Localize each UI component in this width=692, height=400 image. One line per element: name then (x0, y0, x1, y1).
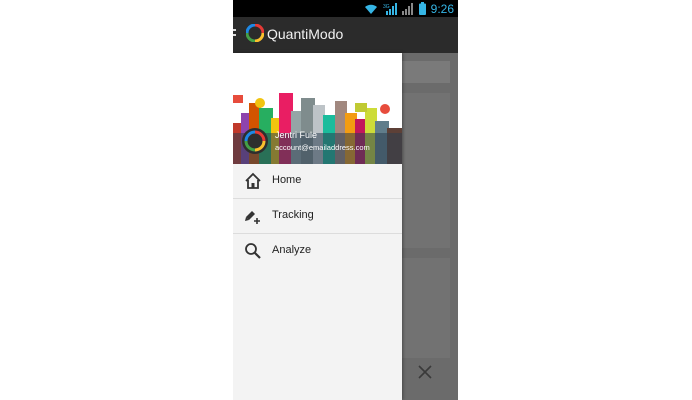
status-bar: 3G 9:26 (233, 0, 458, 17)
user-email: account@emailaddress.com (275, 143, 370, 152)
user-name: Jentri Fule (275, 130, 318, 140)
status-time: 9:26 (430, 1, 454, 16)
menu-icon[interactable] (233, 29, 236, 41)
phone-screen: 3G 9:26 QuantiModo Jentri Fule account@e… (233, 0, 458, 400)
background-card (402, 93, 450, 248)
signal-label: 3G (383, 4, 390, 10)
drawer-item-home[interactable]: Home (233, 164, 402, 199)
drawer-item-analyze[interactable]: Analyze (233, 234, 402, 268)
wifi-icon (364, 4, 377, 14)
close-icon[interactable] (417, 364, 433, 380)
tracking-icon (245, 211, 260, 224)
signal-icon-secondary (401, 2, 413, 15)
action-bar: QuantiModo (233, 17, 458, 53)
drawer-item-label: Tracking (272, 209, 314, 221)
avatar[interactable] (242, 128, 268, 154)
drawer-item-label: Home (272, 174, 302, 186)
app-logo-icon[interactable] (246, 24, 264, 42)
app-title: QuantiModo (267, 26, 344, 42)
background-card (402, 61, 450, 83)
signal-icon: 3G (383, 2, 397, 15)
navigation-drawer: Jentri Fule account@emailaddress.com Hom… (233, 53, 402, 400)
drawer-item-tracking[interactable]: Tracking (233, 199, 402, 234)
drawer-header: Jentri Fule account@emailaddress.com (233, 53, 402, 164)
drawer-menu: Home Tracking Analyze (233, 164, 402, 268)
battery-icon (418, 2, 426, 15)
search-icon (245, 243, 261, 259)
avatar-logo-icon (244, 130, 266, 152)
drawer-item-label: Analyze (272, 244, 312, 256)
background-card (402, 258, 450, 358)
home-icon (245, 172, 261, 189)
